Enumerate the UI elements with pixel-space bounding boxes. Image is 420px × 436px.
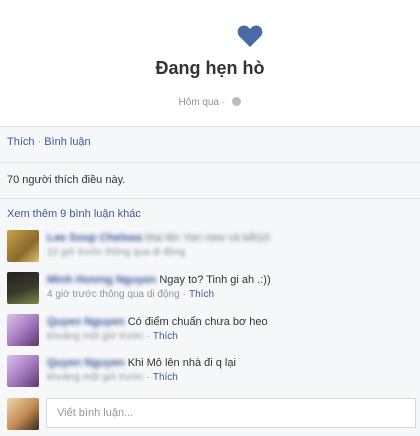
comment-input[interactable]: Viết bình luận... [46, 398, 416, 428]
comment-time[interactable]: khoảng một giờ trước [47, 331, 144, 342]
commenter-name[interactable]: Lee Soup Chelsea [47, 232, 142, 244]
globe-icon[interactable] [232, 97, 242, 106]
separator-dot: · [182, 289, 187, 300]
divider [0, 126, 420, 127]
like-link[interactable]: Thích [7, 136, 35, 148]
separator-dot: · [37, 136, 42, 148]
comment-time[interactable]: 10 giờ trước thông qua di động [47, 247, 185, 258]
action-links: Thích · Bình luận [7, 136, 91, 148]
comment-item: Quyen Nguyen Khi Mô lên nhà đi q lại kho… [7, 355, 417, 391]
heart-icon [237, 25, 263, 47]
comment-meta: 4 giờ trước thông qua di động · Thích [47, 289, 214, 300]
comment-text-line: Quyen Nguyen Khi Mô lên nhà đi q lại [47, 357, 236, 369]
commenter-name[interactable]: Quyen Nguyen [47, 316, 125, 328]
comment-body: Có điểm chuẩn chưa bơ heo [127, 316, 268, 328]
comment-like-link[interactable]: Thích [153, 372, 178, 383]
avatar[interactable] [7, 355, 39, 387]
comment-body: Khi Mô lên nhà đi q lại [127, 357, 236, 369]
comment-body: Mai lên Yan new và kết10 [144, 232, 270, 244]
comment-text-line: Minh Hương Nguyen Ngay to? Tinh gi ah .:… [47, 274, 271, 286]
commenter-name[interactable]: Quyen Nguyen [47, 357, 125, 369]
comment-meta: 10 giờ trước thông qua di động [47, 247, 185, 258]
comment-meta: khoảng một giờ trước · Thích [47, 331, 178, 342]
separator-dot: · [146, 331, 150, 342]
avatar[interactable] [7, 314, 39, 346]
avatar[interactable] [7, 272, 39, 304]
commenter-name[interactable]: Minh Hương Nguyen [47, 274, 156, 286]
comment-time[interactable]: 4 giờ trước thông qua di động [47, 289, 180, 300]
comment-like-link[interactable]: Thích [189, 289, 214, 300]
divider [0, 162, 420, 163]
story-title: Đang hẹn hò [155, 58, 265, 78]
likes-summary[interactable]: 70 người thích điều này. [7, 174, 125, 186]
comment-link[interactable]: Bình luận [44, 136, 90, 148]
view-more-comments-link[interactable]: Xem thêm 9 bình luận khác [7, 208, 141, 220]
separator-dot: · [222, 97, 226, 108]
comment-meta: khoảng một giờ trước · Thích [47, 372, 178, 383]
comment-body: Ngay to? Tinh gi ah .:)) [159, 274, 271, 286]
comment-text-line: Lee Soup Chelsea Mai lên Yan new và kết1… [47, 232, 270, 244]
comment-input-placeholder: Viết bình luận... [57, 407, 134, 419]
comment-item: Minh Hương Nguyen Ngay to? Tinh gi ah .:… [7, 272, 417, 308]
feedback-panel: Thích · Bình luận 70 người thích điều này.… [0, 126, 420, 436]
comment-text-line: Quyen Nguyen Có điểm chuẩn chưa bơ heo [47, 316, 268, 328]
current-user-avatar[interactable] [7, 398, 39, 430]
separator-dot: · [146, 372, 150, 383]
comment-time[interactable]: khoảng một giờ trước [47, 372, 144, 383]
comment-like-link[interactable]: Thích [153, 331, 178, 342]
comment-item: Quyen Nguyen Có điểm chuẩn chưa bơ heo k… [7, 314, 417, 350]
story-time[interactable]: Hôm qua [179, 97, 220, 108]
avatar[interactable] [7, 230, 39, 262]
comment-item: Lee Soup Chelsea Mai lên Yan new và kết1… [7, 230, 417, 266]
divider [0, 198, 420, 199]
story-meta: Hôm qua · [0, 97, 420, 108]
story-header: Đang hẹn hò Hôm qua · [0, 0, 420, 126]
